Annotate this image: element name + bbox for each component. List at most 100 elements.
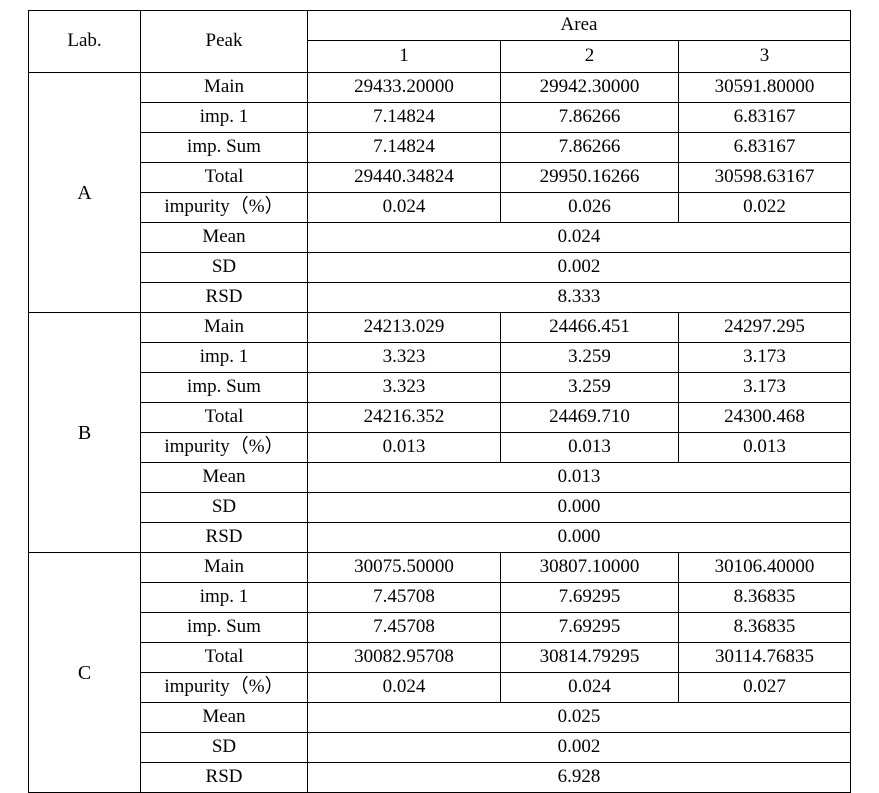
statistic-label-cell: Mean <box>140 222 308 253</box>
area-value-cell: 3.323 <box>307 372 501 403</box>
area-value-cell: 3.173 <box>678 342 851 373</box>
area-value-cell: 3.323 <box>307 342 501 373</box>
area-value-cell: 0.013 <box>678 432 851 463</box>
lab-area-results-table: Lab. Peak Area 1 2 3 A Main 29433.20000 299… <box>28 10 851 793</box>
column-header-area-2: 2 <box>500 40 679 73</box>
area-value-cell: 24213.029 <box>307 312 501 343</box>
results-table-container: Lab. Peak Area 1 2 3 A Main 29433.20000 299… <box>28 10 851 793</box>
table-row: Mean 0.025 <box>29 702 851 733</box>
table-row: impurity（%） 0.024 0.024 0.027 <box>29 672 851 703</box>
table-row: imp. Sum 7.45708 7.69295 8.36835 <box>29 612 851 643</box>
table-row: SD 0.002 <box>29 732 851 763</box>
statistic-value-cell: 6.928 <box>307 762 851 793</box>
lab-cell: A <box>28 72 141 313</box>
table-row: impurity（%） 0.024 0.026 0.022 <box>29 192 851 223</box>
area-value-cell: 3.259 <box>500 342 679 373</box>
area-value-cell: 8.36835 <box>678 582 851 613</box>
area-value-cell: 29440.34824 <box>307 162 501 193</box>
area-value-cell: 30814.79295 <box>500 642 679 673</box>
column-header-area: Area <box>307 10 851 41</box>
statistic-value-cell: 0.000 <box>307 522 851 553</box>
table-row: RSD 8.333 <box>29 282 851 313</box>
peak-label-cell: impurity（%） <box>140 672 308 703</box>
peak-label-cell: imp. Sum <box>140 612 308 643</box>
table-row: RSD 0.000 <box>29 522 851 553</box>
table-row: C Main 30075.50000 30807.10000 30106.40000 <box>28 552 851 793</box>
area-value-cell: 0.024 <box>500 672 679 703</box>
peak-label-cell: impurity（%） <box>140 432 308 463</box>
area-value-cell: 29942.30000 <box>500 72 679 103</box>
area-value-cell: 7.86266 <box>500 132 679 163</box>
table-row: imp. Sum 7.14824 7.86266 6.83167 <box>29 132 851 163</box>
peak-label-cell: Main <box>140 72 308 103</box>
area-value-cell: 30075.50000 <box>307 552 501 583</box>
area-value-cell: 24300.468 <box>678 402 851 433</box>
peak-label-cell: impurity（%） <box>140 192 308 223</box>
peak-label-cell: imp. 1 <box>140 102 308 133</box>
area-value-cell: 8.36835 <box>678 612 851 643</box>
statistic-label-cell: RSD <box>140 762 308 793</box>
area-value-cell: 7.86266 <box>500 102 679 133</box>
area-value-cell: 3.259 <box>500 372 679 403</box>
area-value-cell: 0.024 <box>307 672 501 703</box>
table-row: Total 29440.34824 29950.16266 30598.63167 <box>29 162 851 193</box>
statistic-label-cell: Mean <box>140 462 308 493</box>
lab-cell: B <box>28 312 141 553</box>
area-value-cell: 6.83167 <box>678 102 851 133</box>
area-value-cell: 24216.352 <box>307 402 501 433</box>
area-value-cell: 30807.10000 <box>500 552 679 583</box>
statistic-label-cell: SD <box>140 492 308 523</box>
table-row: A Main 29433.20000 29942.30000 30591.80000 <box>28 72 851 313</box>
table-row: SD 0.000 <box>29 492 851 523</box>
statistic-label-cell: Mean <box>140 702 308 733</box>
area-value-cell: 0.027 <box>678 672 851 703</box>
table-row: Total 24216.352 24469.710 24300.468 <box>29 402 851 433</box>
area-value-cell: 0.022 <box>678 192 851 223</box>
peak-label-cell: imp. Sum <box>140 372 308 403</box>
peak-label-cell: Main <box>140 552 308 583</box>
area-value-cell: 7.14824 <box>307 132 501 163</box>
table-row: Mean 0.013 <box>29 462 851 493</box>
table-row: imp. 1 7.14824 7.86266 6.83167 <box>29 102 851 133</box>
statistic-label-cell: RSD <box>140 522 308 553</box>
statistic-label-cell: SD <box>140 252 308 283</box>
lab-cell: C <box>28 552 141 793</box>
peak-label-cell: Main <box>140 312 308 343</box>
statistic-value-cell: 0.024 <box>307 222 851 253</box>
table-row: imp. 1 7.45708 7.69295 8.36835 <box>29 582 851 613</box>
column-header-lab: Lab. <box>28 10 141 73</box>
area-value-cell: 30591.80000 <box>678 72 851 103</box>
statistic-value-cell: 0.025 <box>307 702 851 733</box>
area-value-cell: 30082.95708 <box>307 642 501 673</box>
table-row: RSD 6.928 <box>29 762 851 793</box>
table-body: A Main 29433.20000 29942.30000 30591.80000 im… <box>28 72 851 793</box>
statistic-value-cell: 0.013 <box>307 462 851 493</box>
table-row: imp. 1 3.323 3.259 3.173 <box>29 342 851 373</box>
column-header-area-3: 3 <box>678 40 851 73</box>
peak-label-cell: imp. 1 <box>140 582 308 613</box>
area-value-cell: 7.45708 <box>307 582 501 613</box>
table-row: B Main 24213.029 24466.451 24297.295 <box>28 312 851 553</box>
column-header-area-1: 1 <box>307 40 501 73</box>
area-value-cell: 30106.40000 <box>678 552 851 583</box>
table-row: impurity（%） 0.013 0.013 0.013 <box>29 432 851 463</box>
header-row-primary: Lab. Peak Area <box>28 10 851 73</box>
statistic-label-cell: SD <box>140 732 308 763</box>
peak-label-cell: Total <box>140 642 308 673</box>
area-value-cell: 7.14824 <box>307 102 501 133</box>
area-value-cell: 30598.63167 <box>678 162 851 193</box>
area-value-cell: 0.024 <box>307 192 501 223</box>
peak-label-cell: Total <box>140 402 308 433</box>
statistic-label-cell: RSD <box>140 282 308 313</box>
area-value-cell: 29950.16266 <box>500 162 679 193</box>
area-value-cell: 0.013 <box>500 432 679 463</box>
statistic-value-cell: 0.000 <box>307 492 851 523</box>
statistic-value-cell: 0.002 <box>307 252 851 283</box>
peak-label-cell: imp. Sum <box>140 132 308 163</box>
area-value-cell: 29433.20000 <box>307 72 501 103</box>
area-value-cell: 30114.76835 <box>678 642 851 673</box>
table-row: imp. Sum 3.323 3.259 3.173 <box>29 372 851 403</box>
table-row: SD 0.002 <box>29 252 851 283</box>
area-value-cell: 7.69295 <box>500 582 679 613</box>
peak-label-cell: imp. 1 <box>140 342 308 373</box>
